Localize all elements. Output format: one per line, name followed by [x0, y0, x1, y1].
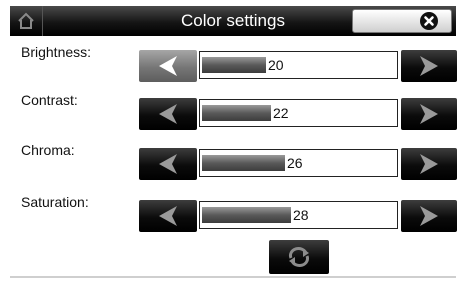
brightness-slider[interactable]: 20: [199, 51, 398, 79]
chroma-slider-fill: [202, 155, 285, 171]
contrast-label: Contrast:: [21, 92, 78, 108]
contrast-decrease-button[interactable]: [139, 98, 197, 130]
contrast-slider[interactable]: 22: [199, 99, 398, 127]
reset-button[interactable]: [269, 240, 329, 274]
chroma-increase-button[interactable]: [401, 148, 457, 180]
chroma-slider[interactable]: 26: [199, 149, 398, 177]
right-arrow-icon: [420, 104, 438, 124]
bottom-divider: [10, 276, 456, 278]
contrast-row: Contrast: 22: [0, 92, 466, 130]
left-arrow-icon: [159, 206, 177, 226]
left-arrow-icon: [159, 154, 177, 174]
chroma-decrease-button[interactable]: [139, 148, 197, 180]
brightness-label: Brightness:: [21, 44, 92, 60]
saturation-value: 28: [293, 207, 309, 223]
contrast-increase-button[interactable]: [401, 98, 457, 130]
refresh-icon: [289, 246, 309, 268]
saturation-label: Saturation:: [21, 194, 89, 210]
saturation-row: Saturation: 28: [0, 194, 466, 232]
saturation-slider-fill: [202, 207, 291, 223]
saturation-decrease-button[interactable]: [139, 200, 197, 232]
brightness-value: 20: [268, 57, 284, 73]
chroma-value: 26: [287, 155, 303, 171]
brightness-slider-fill: [202, 57, 266, 73]
chroma-label: Chroma:: [21, 142, 75, 158]
contrast-slider-fill: [202, 105, 271, 121]
saturation-slider[interactable]: 28: [199, 201, 398, 229]
right-arrow-icon: [420, 56, 438, 76]
right-arrow-icon: [420, 206, 438, 226]
close-circle-icon: [420, 12, 438, 30]
left-arrow-icon: [159, 56, 177, 76]
title-bar: Color settings: [10, 6, 456, 36]
left-arrow-icon: [159, 104, 177, 124]
close-button[interactable]: [352, 9, 452, 33]
brightness-row: Brightness: 20: [0, 44, 466, 82]
chroma-row: Chroma: 26: [0, 142, 466, 180]
brightness-increase-button[interactable]: [401, 50, 457, 82]
right-arrow-icon: [420, 154, 438, 174]
contrast-value: 22: [273, 105, 289, 121]
saturation-increase-button[interactable]: [401, 200, 457, 232]
brightness-decrease-button[interactable]: [139, 50, 197, 82]
